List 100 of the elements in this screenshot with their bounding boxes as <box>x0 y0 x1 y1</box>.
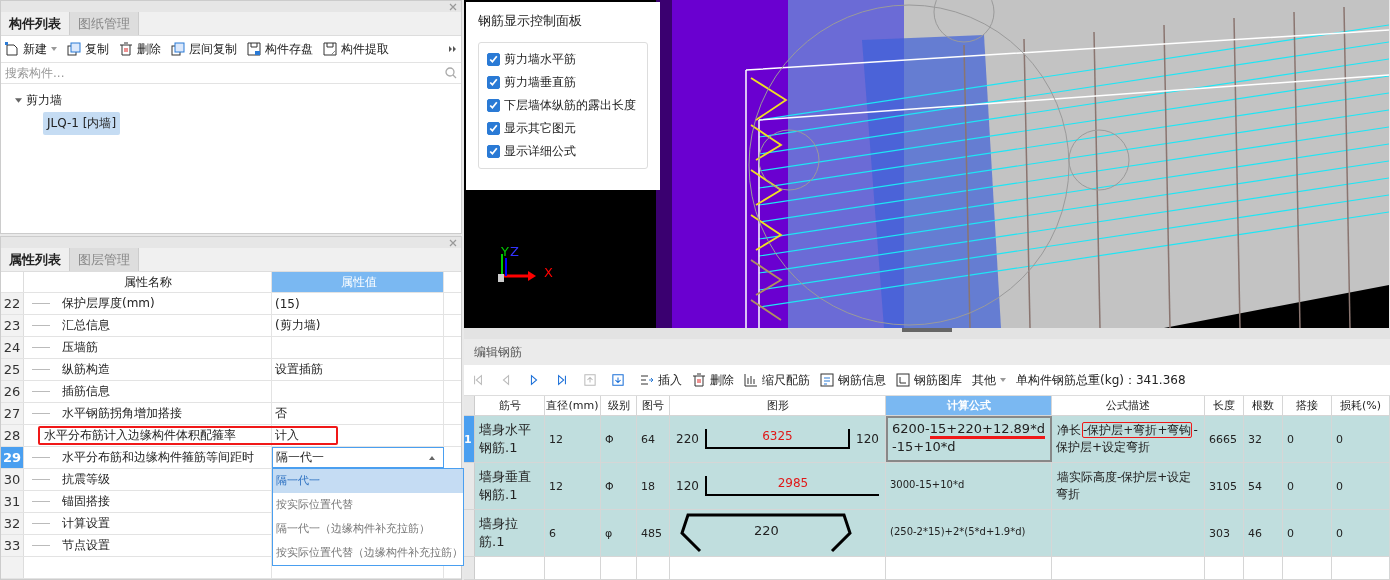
column-header: 属性值 <box>272 272 444 292</box>
checkbox-label[interactable]: 剪力墙垂直筋 <box>504 74 576 91</box>
nav-button[interactable] <box>528 374 540 386</box>
toolbar-icon <box>247 42 261 56</box>
row-number: 28 <box>1 425 24 446</box>
checkbox-label[interactable]: 显示详细公式 <box>504 143 576 160</box>
dropdown-option[interactable]: 按实际位置代替（边缘构件补充拉筋） <box>273 541 463 565</box>
search-field[interactable]: 搜索构件... <box>5 66 445 80</box>
row-number: 30 <box>1 469 24 490</box>
dropdown-option[interactable]: 按实际位置代替 <box>273 493 463 517</box>
property-name: 节点设置 <box>62 537 110 554</box>
checkbox[interactable] <box>487 145 500 158</box>
toolbar-button[interactable]: 构件提取 <box>323 40 389 58</box>
row-number: 23 <box>1 315 24 336</box>
toolbar-icon <box>820 373 834 387</box>
toolbar-icon <box>640 373 654 387</box>
total-weight: 单构件钢筋总重(kg)：341.368 <box>1016 371 1186 389</box>
dimension-label: 120 <box>856 432 879 446</box>
expand-icon[interactable] <box>15 96 22 104</box>
column-header[interactable]: 图号 <box>637 396 670 415</box>
column-header[interactable]: 直径(mm) <box>545 396 601 415</box>
column-header[interactable]: 根数 <box>1244 396 1283 415</box>
toolbar-button[interactable]: 层间复制 <box>171 40 237 58</box>
property-name: 插筋信息 <box>62 383 110 400</box>
property-name: 锚固搭接 <box>62 493 110 510</box>
toolbar-button[interactable]: 其他 <box>972 371 1006 389</box>
table-cell: 0 <box>1287 526 1294 540</box>
checkbox[interactable] <box>487 53 500 66</box>
checkbox[interactable] <box>487 122 500 135</box>
panel-title: 钢筋显示控制面板 <box>478 12 583 30</box>
table-cell-text: 墙身垂直钢筋.1 <box>479 468 532 504</box>
toolbar-icon <box>896 373 910 387</box>
checkbox-label[interactable]: 剪力墙水平筋 <box>504 51 576 68</box>
row-number: 27 <box>1 403 24 424</box>
toolbar-button[interactable]: 新建 <box>5 40 57 58</box>
checkbox-label[interactable]: 显示其它图元 <box>504 120 576 137</box>
table-cell: 0 <box>1287 479 1294 493</box>
formula-cell[interactable]: (250-2*15)+2*(5*d+1.9*d) <box>886 510 1052 556</box>
formula-cell[interactable]: 3000-15+10*d <box>886 463 1052 509</box>
table-cell: 6 <box>549 526 556 540</box>
row-number: 29 <box>1 447 24 468</box>
checkbox[interactable] <box>487 76 500 89</box>
table-cell: 64 <box>641 432 655 446</box>
property-name: 保护层厚度(mm) <box>62 295 155 312</box>
toolbar-button[interactable]: 复制 <box>67 40 109 58</box>
dropdown-option[interactable]: 隔一代一 <box>273 469 463 493</box>
close-icon[interactable] <box>449 238 457 247</box>
property-name: 压墙筋 <box>62 339 98 356</box>
property-name: 抗震等级 <box>62 471 110 488</box>
column-header[interactable]: 搭接 <box>1283 396 1332 415</box>
table-cell: 303 <box>1209 526 1230 540</box>
toolbar-button[interactable]: 删除 <box>692 371 734 389</box>
toolbar-icon <box>323 42 337 56</box>
column-header[interactable]: 筋号 <box>475 396 545 415</box>
table-cell: 18 <box>641 479 655 493</box>
toolbar-icon <box>692 373 706 387</box>
tree-item[interactable]: 剪力墙 <box>26 91 62 109</box>
toolbar-button[interactable]: 构件存盘 <box>247 40 313 58</box>
nav-button[interactable] <box>556 374 568 386</box>
property-value: (15) <box>272 293 444 314</box>
checkbox-label[interactable]: 下层墙体纵筋的露出长度 <box>504 97 636 114</box>
table-cell: 12 <box>549 432 563 446</box>
row-number: 26 <box>1 381 24 402</box>
table-cell: 0 <box>1336 479 1343 493</box>
splitter-handle[interactable] <box>902 328 952 332</box>
toolbar-button[interactable]: 删除 <box>119 40 161 58</box>
column-header[interactable]: 级别 <box>601 396 637 415</box>
close-icon[interactable] <box>449 2 457 11</box>
column-header[interactable]: 长度 <box>1205 396 1244 415</box>
toolbar-button[interactable]: 缩尺配筋 <box>744 371 810 389</box>
property-value: (剪力墙) <box>272 315 444 336</box>
toolbar-icon <box>744 373 758 387</box>
table-cell: 6665 <box>1209 432 1237 446</box>
value-dropdown[interactable]: 隔一代一 <box>272 447 444 468</box>
property-name: 水平钢筋拐角增加搭接 <box>62 405 182 422</box>
grade-symbol: Φ <box>605 479 614 493</box>
table-cell: 32 <box>1248 432 1262 446</box>
tree-item[interactable]: JLQ-1 [内墙] <box>43 111 121 135</box>
axis-label: Y <box>501 245 509 258</box>
dropdown-option[interactable]: 隔一代一（边缘构件补充拉筋） <box>273 517 463 541</box>
toolbar-button[interactable]: 钢筋信息 <box>820 371 886 389</box>
toolbar-button[interactable]: 钢筋图库 <box>896 371 962 389</box>
toolbar-button[interactable]: 插入 <box>640 371 682 389</box>
more-icon[interactable] <box>449 45 457 53</box>
row-number: 22 <box>1 293 24 314</box>
column-header[interactable]: 公式描述 <box>1052 396 1205 415</box>
row-number: 33 <box>1 535 24 556</box>
dimension-label: 6325 <box>762 429 793 445</box>
toolbar-icon <box>171 42 185 56</box>
property-value: 否 <box>272 403 444 424</box>
nav-button[interactable] <box>612 374 624 386</box>
checkbox[interactable] <box>487 99 500 112</box>
table-cell: 54 <box>1248 479 1262 493</box>
table-cell-text: 墙实际高度-保护层+设定弯折 <box>1056 469 1193 503</box>
axis-label: Z <box>510 245 519 258</box>
axis-label: X <box>544 266 553 279</box>
dimension-label: 220 <box>676 432 699 446</box>
dimension-label: 220 <box>754 523 779 538</box>
column-header[interactable]: 损耗(%) <box>1332 396 1390 415</box>
table-cell-text: 墙身水平钢筋.1 <box>479 421 532 457</box>
